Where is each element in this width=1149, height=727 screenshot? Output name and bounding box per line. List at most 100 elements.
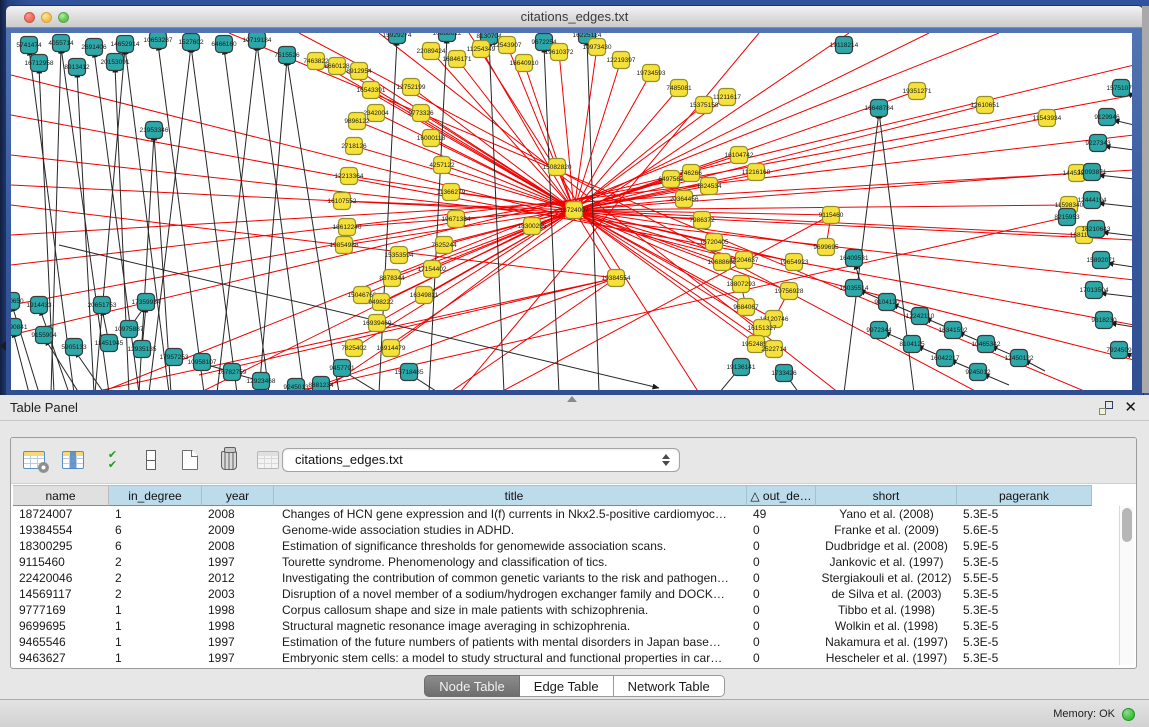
collapse-arrow-icon[interactable] — [0, 341, 6, 351]
graph-node-label: 7986372 — [689, 217, 715, 224]
table-settings-icon[interactable] — [19, 445, 49, 475]
graph-node-label: 16210643 — [1082, 226, 1111, 233]
network-desktop: citations_edges.txt 57414744055714269140… — [0, 0, 1149, 395]
graph-node-label: 16543391 — [357, 87, 386, 94]
table-cell: 5.3E-5 — [957, 586, 1092, 602]
float-panel-icon[interactable] — [1099, 401, 1113, 415]
graph-node-label: 19654923 — [780, 259, 809, 266]
column-header-in_degree[interactable]: in_degree — [109, 485, 202, 506]
table-cell: 0 — [747, 538, 816, 554]
table-cell: 2009 — [202, 522, 274, 538]
graph-node-label: 15751074 — [1107, 85, 1132, 92]
table-cell: Estimation of significance thresholds fo… — [274, 538, 747, 554]
table-cell: 1997 — [202, 554, 274, 570]
graph-node-label: 20651753 — [88, 302, 117, 309]
select-stepper-icon — [661, 453, 669, 467]
tab-network-table[interactable]: Network Table — [614, 675, 725, 697]
table-cell: Stergiakouli et al. (2012) — [816, 570, 957, 586]
table-row[interactable]: 977716911998Corpus callosum shape and si… — [13, 602, 1108, 618]
table-row[interactable]: 1872400712008Changes of HCN gene express… — [13, 506, 1108, 522]
graph-node-label: 9245013 — [283, 384, 309, 390]
graph-node-label: 10465342 — [972, 341, 1001, 348]
graph-node-label: 7924509 — [1106, 347, 1132, 354]
table-row[interactable]: 946554611997Estimation of the future num… — [13, 634, 1108, 650]
graph-node-label: 16035514 — [840, 285, 869, 292]
import-table-icon[interactable] — [253, 445, 283, 475]
graph-node-label: 9773326 — [408, 110, 434, 117]
graph-node-label: 1733426 — [771, 370, 797, 377]
graph-node-label: 7825402 — [341, 345, 367, 352]
column-header-out_de[interactable]: △ out_de… — [747, 485, 816, 506]
graph-node-label: 16640910 — [510, 60, 539, 67]
graph-node-label: 5741474 — [16, 42, 42, 49]
graph-node-label: 12610651 — [971, 102, 1000, 109]
row-toggle-icon[interactable] — [136, 445, 166, 475]
table-cell: Tibbo et al. (1998) — [816, 602, 957, 618]
network-canvas[interactable]: 5741474405571426914061465291410653287152… — [11, 33, 1132, 390]
attribute-table-box: ✔✔f(x) citations_edges.txt namein_degree… — [10, 437, 1137, 669]
table-cell: Nakamura et al. (1997) — [816, 634, 957, 650]
graph-node-label: 12923468 — [247, 378, 276, 385]
table-cell: Changes of HCN gene expression and I(f) … — [274, 506, 747, 522]
graph-node-label: 17154402 — [418, 266, 447, 273]
column-header-pagerank[interactable]: pagerank — [957, 485, 1092, 506]
window-titlebar[interactable]: citations_edges.txt — [6, 6, 1143, 28]
table-row[interactable]: 946362711997Embryonic stem cells: a mode… — [13, 650, 1108, 666]
table-cell: 9699695 — [13, 618, 109, 634]
split-divider-handle[interactable] — [567, 396, 577, 402]
table-row[interactable]: 1456911722003Disruption of a novel membe… — [13, 586, 1108, 602]
column-header-year[interactable]: year — [202, 485, 274, 506]
delete-table-icon[interactable] — [214, 445, 244, 475]
table-cell: Yano et al. (2008) — [816, 506, 957, 522]
table-source-select[interactable]: citations_edges.txt — [282, 448, 680, 472]
graph-node-label: 11254349 — [467, 46, 496, 53]
tab-edge-table[interactable]: Edge Table — [520, 675, 614, 697]
scrollbar-thumb[interactable] — [1122, 508, 1132, 542]
table-cell: 1998 — [202, 618, 274, 634]
column-header-name[interactable]: name — [13, 485, 109, 506]
graph-node-label: 15892071 — [1087, 257, 1116, 264]
graph-node-label: 12242110 — [906, 313, 935, 320]
table-tabs: Node TableEdge TableNetwork Table — [0, 675, 1149, 697]
graph-node-label: 6466160 — [211, 41, 237, 48]
graph-edge — [574, 205, 1069, 210]
graph-node-label: 18807293 — [727, 281, 756, 288]
table-row[interactable]: 969969511998Structural magnetic resonanc… — [13, 618, 1108, 634]
graph-node-label: 2718126 — [341, 143, 367, 150]
vertical-scrollbar[interactable] — [1119, 506, 1134, 665]
column-header-short[interactable]: short — [816, 485, 957, 506]
graph-node-label: 14652914 — [111, 41, 140, 48]
graph-node-label: 11216168 — [742, 169, 771, 176]
close-panel-icon[interactable]: ✕ — [1124, 398, 1137, 416]
new-table-icon[interactable] — [175, 445, 205, 475]
graph-node-label: 16712958 — [25, 60, 54, 67]
graph-node-label: 16107552 — [328, 198, 357, 205]
table-row[interactable]: 2242004622012Investigating the contribut… — [13, 570, 1108, 586]
table-row[interactable]: 1830029562008Estimation of significance … — [13, 538, 1108, 554]
table-cell: Franke et al. (2009) — [816, 522, 957, 538]
graph-edge — [224, 48, 269, 390]
graph-node-label: 16151327 — [748, 325, 777, 332]
column-chooser-icon[interactable] — [58, 445, 88, 475]
graph-node-label: 20153091 — [101, 59, 130, 66]
table-cell: 18724007 — [13, 506, 109, 522]
graph-node-label: 9129946 — [1094, 114, 1120, 121]
graph-node-label: 8912954 — [346, 68, 372, 75]
graph-node-label: 12543907 — [493, 42, 522, 49]
table-row[interactable]: 911546021997Tourette syndrome. Phenomeno… — [13, 554, 1108, 570]
table-cell: Corpus callosum shape and size in male p… — [274, 602, 747, 618]
table-cell: 6 — [109, 522, 202, 538]
table-cell: 9463627 — [13, 650, 109, 666]
table-cell: 1 — [109, 506, 202, 522]
graph-edge — [11, 205, 616, 278]
column-header-title[interactable]: title — [274, 485, 747, 506]
select-rows-icon[interactable]: ✔✔ — [97, 445, 127, 475]
memory-status: Memory: OK — [1053, 700, 1115, 727]
table-cell: Dudbridge et al. (2008) — [816, 538, 957, 554]
table-cell: 1 — [109, 634, 202, 650]
table-row[interactable]: 1938455462009Genome-wide association stu… — [13, 522, 1108, 538]
graph-node-label: 10653287 — [144, 37, 173, 44]
tab-node-table[interactable]: Node Table — [424, 675, 520, 697]
table-cell: 2008 — [202, 538, 274, 554]
graph-edge — [11, 135, 1132, 265]
